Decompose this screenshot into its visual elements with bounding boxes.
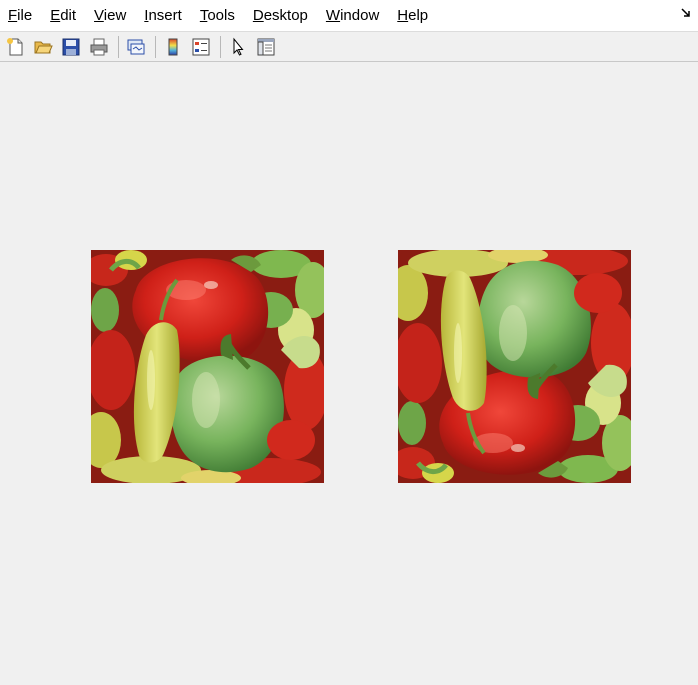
menu-insert[interactable]: Insert <box>135 0 191 31</box>
edit-plot-icon[interactable] <box>226 35 250 59</box>
peppers-image-original <box>91 250 324 483</box>
insert-colorbar-icon[interactable] <box>161 35 185 59</box>
print-figure-icon[interactable] <box>87 35 111 59</box>
menu-file[interactable]: File <box>0 0 41 31</box>
figure-canvas <box>0 63 698 685</box>
toolbar-separator <box>118 35 119 58</box>
menu-edit[interactable]: Edit <box>41 0 85 31</box>
figure-toolbar <box>0 32 698 62</box>
menu-window[interactable]: Window <box>317 0 388 31</box>
menu-help[interactable]: Help <box>388 0 437 31</box>
save-figure-icon[interactable] <box>59 35 83 59</box>
open-file-icon[interactable] <box>31 35 55 59</box>
menu-tools[interactable]: Tools <box>191 0 244 31</box>
insert-legend-icon[interactable] <box>189 35 213 59</box>
peppers-image-original-graphic <box>91 250 324 483</box>
menu-bar: File Edit View Insert Tools Desktop Wind… <box>0 0 698 32</box>
toolbar-separator <box>155 35 156 58</box>
dock-figure-icon[interactable] <box>680 6 692 18</box>
new-figure-icon[interactable] <box>3 35 27 59</box>
property-inspector-icon[interactable] <box>254 35 278 59</box>
menu-view[interactable]: View <box>85 0 135 31</box>
peppers-image-flipped-graphic <box>398 250 631 483</box>
matlab-figure-window: File Edit View Insert Tools Desktop Wind… <box>0 0 698 685</box>
peppers-image-flipped <box>398 250 631 483</box>
link-plot-icon[interactable] <box>124 35 148 59</box>
toolbar-separator <box>220 35 221 58</box>
menu-desktop[interactable]: Desktop <box>244 0 317 31</box>
